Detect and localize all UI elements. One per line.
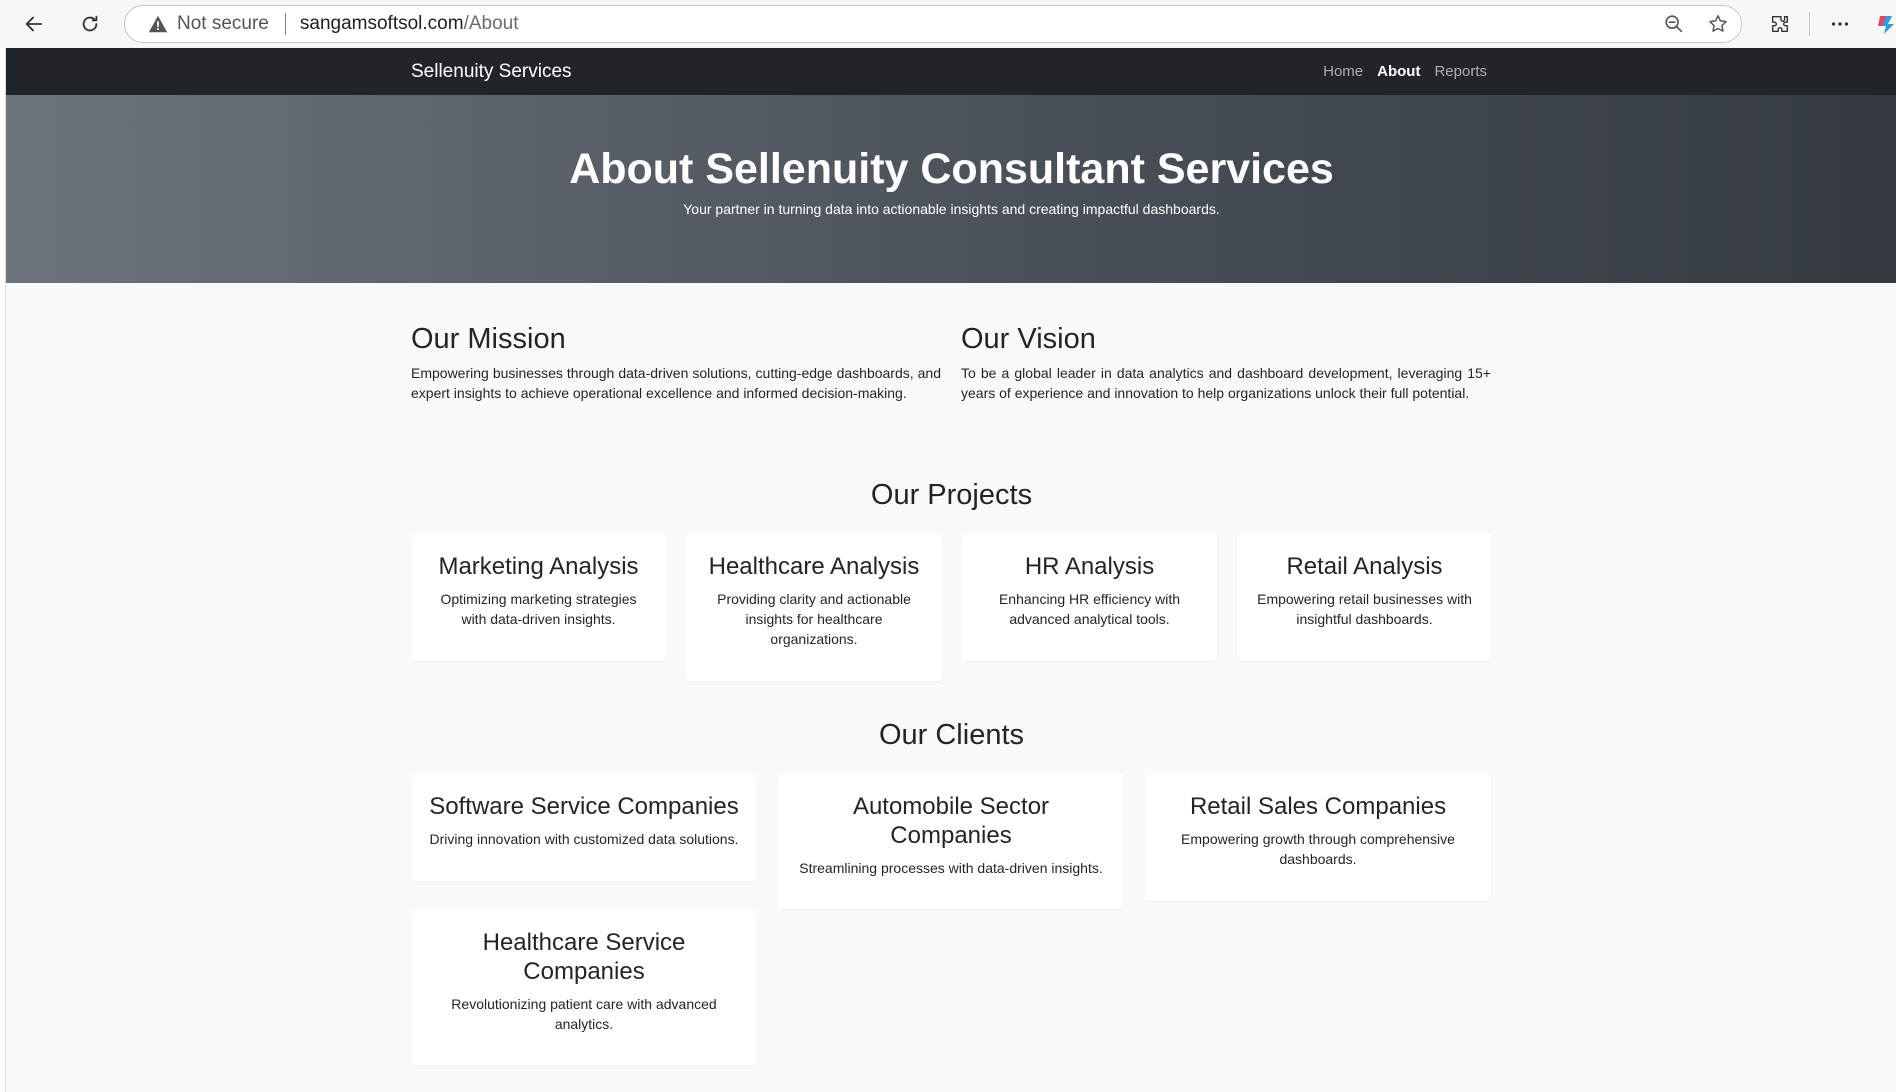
card-text: Empowering growth through comprehensive … [1181, 831, 1455, 867]
hero-banner: About Sellenuity Consultant Services You… [6, 95, 1896, 283]
star-icon[interactable] [1705, 11, 1731, 37]
clients-title: Our Clients [878, 719, 1025, 751]
project-card: Marketing Analysis Optimizing marketing … [411, 534, 666, 661]
client-card: Automobile Sector Companies Streamlining… [778, 774, 1124, 909]
card-text: Providing clarity and actionable insight… [717, 591, 911, 647]
project-card: Retail Analysis Empowering retail busine… [1237, 534, 1492, 661]
url-path: /About [463, 13, 519, 34]
client-card: Software Service Companies Driving innov… [411, 774, 757, 881]
copilot-icon[interactable] [1876, 10, 1896, 38]
extensions-icon[interactable] [1765, 10, 1795, 38]
card-title: Healthcare Analysis [708, 553, 920, 580]
mission-text: Empowering businesses through data-drive… [411, 365, 941, 401]
card-title: Automobile Sector Companies [852, 793, 1050, 849]
nav-link-about[interactable]: About [1377, 63, 1420, 80]
toolbar-divider [1809, 12, 1810, 36]
card-title: Marketing Analysis [438, 553, 639, 580]
nav-link-home[interactable]: Home [1323, 63, 1363, 80]
browser-toolbar: Not secure sangamsoftsol.com/About [0, 0, 1896, 48]
brand-link[interactable]: Sellenuity Services [411, 61, 572, 83]
client-card: Retail Sales Companies Empowering growth… [1145, 774, 1491, 901]
page-viewport: Sellenuity Services Home About Reports A… [5, 48, 1896, 1092]
vision-text: To be a global leader in data analytics … [961, 365, 1491, 401]
security-label[interactable]: Not secure [177, 13, 269, 35]
card-title: Software Service Companies [429, 793, 739, 820]
reload-button[interactable] [74, 8, 106, 40]
card-title: Healthcare Service Companies [482, 929, 686, 985]
vision-title: Our Vision [961, 323, 1096, 355]
project-card: Healthcare Analysis Providing clarity an… [686, 534, 942, 681]
hero-title: About Sellenuity Consultant Services [569, 145, 1334, 193]
projects-title: Our Projects [870, 479, 1033, 511]
zoom-out-icon[interactable] [1661, 11, 1687, 37]
address-divider [284, 13, 286, 35]
warning-icon [147, 13, 169, 35]
vision-block: Our Vision To be a global leader in data… [961, 323, 1491, 403]
card-text: Optimizing marketing strategies with dat… [440, 591, 637, 627]
url-host: sangamsoftsol.com [299, 13, 464, 34]
back-button[interactable] [18, 8, 50, 40]
site-navbar: Sellenuity Services Home About Reports [6, 48, 1896, 95]
hero-subtitle: Your partner in turning data into action… [683, 201, 1220, 217]
card-text: Empowering retail businesses with insigh… [1257, 591, 1472, 627]
card-text: Streamlining processes with data-driven … [799, 860, 1103, 876]
card-title: Retail Analysis [1286, 553, 1443, 580]
nav-links: Home About Reports [1323, 63, 1487, 80]
card-text: Driving innovation with customized data … [429, 831, 739, 847]
card-text: Enhancing HR efficiency with advanced an… [998, 591, 1181, 627]
nav-link-reports[interactable]: Reports [1434, 63, 1487, 80]
address-bar[interactable]: Not secure sangamsoftsol.com/About [124, 5, 1742, 43]
back-arrow-icon [25, 16, 43, 32]
client-card: Healthcare Service Companies Revolutioni… [411, 910, 757, 1065]
mission-block: Our Mission Empowering businesses throug… [411, 323, 941, 403]
more-options-icon[interactable] [1825, 10, 1855, 38]
card-text: Revolutionizing patient care with advanc… [451, 996, 717, 1032]
mission-title: Our Mission [411, 323, 566, 355]
card-title: Retail Sales Companies [1189, 793, 1447, 820]
reload-icon [82, 15, 98, 32]
card-title: HR Analysis [1024, 553, 1155, 580]
project-card: HR Analysis Enhancing HR efficiency with… [962, 534, 1217, 661]
